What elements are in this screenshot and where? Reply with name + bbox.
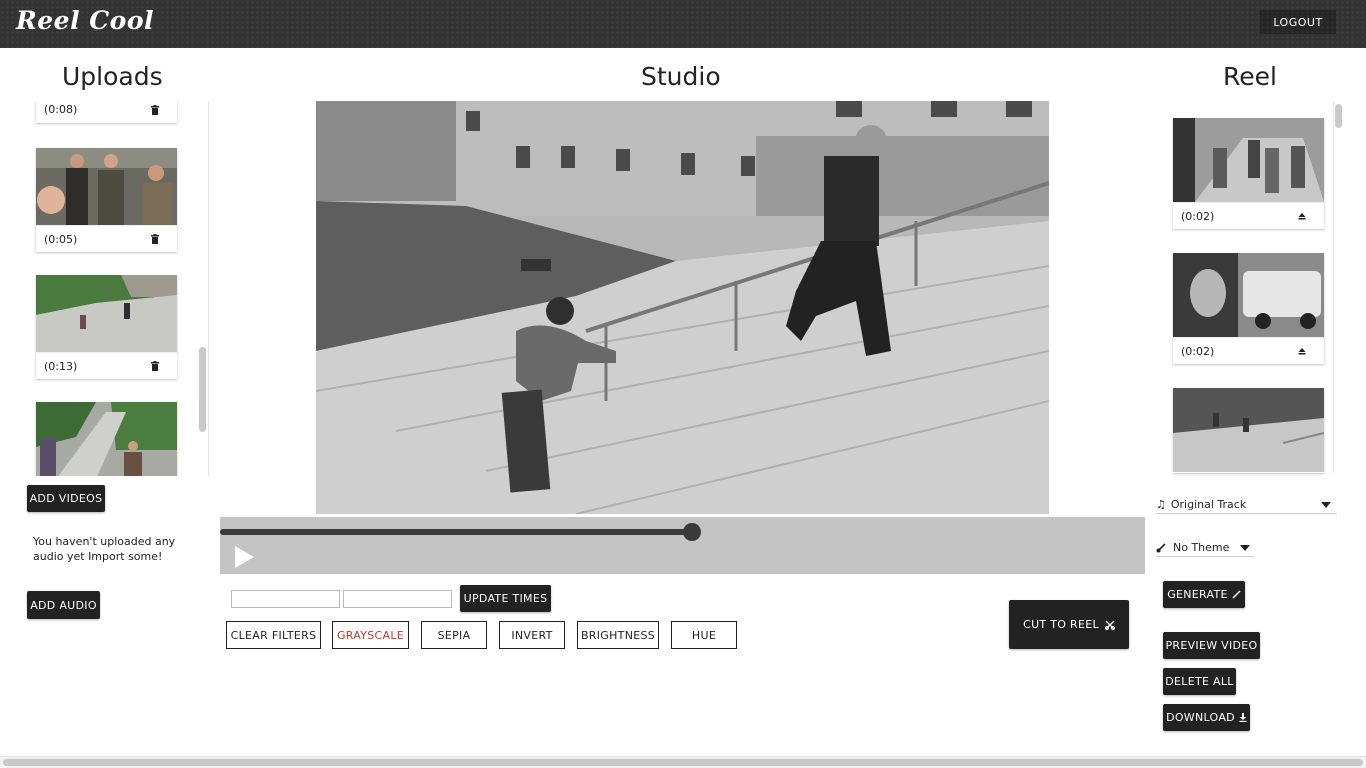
upload-item[interactable]: (0:13) bbox=[36, 275, 177, 379]
upload-duration: (0:13) bbox=[44, 359, 78, 373]
reel-duration: (0:02) bbox=[1181, 209, 1215, 223]
clear-filters-button[interactable]: CLEAR FILTERS bbox=[226, 621, 321, 649]
progress-knob[interactable] bbox=[682, 523, 701, 541]
reel-title: Reel bbox=[1223, 62, 1277, 91]
studio-title: Studio bbox=[641, 62, 721, 91]
trash-icon[interactable] bbox=[151, 234, 159, 244]
music-note-icon: ♫ bbox=[1156, 498, 1166, 511]
uploads-scrollbar-thumb[interactable] bbox=[199, 347, 206, 432]
chevron-down-icon bbox=[1240, 545, 1250, 551]
upload-item[interactable]: (0:08) bbox=[36, 101, 177, 123]
hue-filter-button[interactable]: HUE bbox=[671, 621, 737, 649]
download-icon bbox=[1239, 713, 1247, 722]
play-icon[interactable] bbox=[235, 546, 254, 568]
theme-value: No Theme bbox=[1173, 541, 1230, 554]
invert-filter-button[interactable]: INVERT bbox=[499, 621, 565, 649]
trash-icon[interactable] bbox=[151, 361, 159, 371]
generate-label: GENERATE bbox=[1167, 588, 1228, 601]
progress-track[interactable] bbox=[220, 529, 692, 535]
pencil-icon bbox=[1232, 590, 1241, 599]
reel-item[interactable]: (0:02) bbox=[1173, 118, 1324, 229]
add-audio-button[interactable]: ADD AUDIO bbox=[27, 591, 100, 619]
video-thumbnail[interactable] bbox=[36, 148, 177, 225]
theme-select[interactable]: No Theme bbox=[1156, 539, 1254, 557]
top-bar: Reel Cool LOGOUT bbox=[0, 0, 1366, 48]
generate-button[interactable]: GENERATE bbox=[1163, 581, 1245, 608]
preview-video-button[interactable]: PREVIEW VIDEO bbox=[1163, 632, 1260, 659]
scissors-icon bbox=[1104, 620, 1115, 630]
uploads-list[interactable]: (0:08) (0:05) (0:13) bbox=[0, 101, 209, 476]
upload-duration: (0:05) bbox=[44, 232, 78, 246]
sepia-filter-button[interactable]: SEPIA bbox=[421, 621, 487, 649]
delete-all-button[interactable]: DELETE ALL bbox=[1163, 668, 1236, 695]
reel-scrollbar-thumb[interactable] bbox=[1335, 104, 1342, 128]
grayscale-filter-button[interactable]: GRAYSCALE bbox=[332, 621, 409, 649]
add-videos-button[interactable]: ADD VIDEOS bbox=[27, 485, 105, 512]
video-thumbnail[interactable] bbox=[36, 275, 177, 352]
chevron-down-icon bbox=[1321, 502, 1331, 508]
reel-thumbnail[interactable] bbox=[1173, 388, 1324, 472]
brush-icon bbox=[1156, 542, 1166, 552]
upload-duration: (0:08) bbox=[44, 103, 78, 116]
brightness-filter-button[interactable]: BRIGHTNESS bbox=[577, 621, 659, 649]
end-time-input[interactable] bbox=[343, 590, 452, 608]
download-label: DOWNLOAD bbox=[1166, 711, 1235, 724]
video-controls-bar bbox=[220, 517, 1145, 574]
app-logo[interactable]: Reel Cool bbox=[16, 6, 154, 35]
reel-scrollbar[interactable] bbox=[1333, 101, 1345, 473]
upload-item[interactable]: (0:05) bbox=[36, 148, 177, 252]
reel-thumbnail[interactable] bbox=[1173, 253, 1324, 337]
reel-duration: (0:02) bbox=[1181, 344, 1215, 358]
eject-icon[interactable] bbox=[1298, 212, 1306, 220]
trash-icon[interactable] bbox=[151, 104, 159, 115]
studio-video[interactable] bbox=[316, 101, 1049, 514]
video-thumbnail[interactable] bbox=[36, 402, 177, 476]
cut-to-reel-label: CUT TO REEL bbox=[1023, 618, 1099, 631]
audio-track-select[interactable]: ♫ Original Track bbox=[1156, 496, 1337, 514]
no-audio-message: You haven't uploaded any audio yet Impor… bbox=[33, 535, 176, 563]
reel-thumbnail[interactable] bbox=[1173, 118, 1324, 202]
audio-track-value: Original Track bbox=[1170, 498, 1247, 511]
uploads-title: Uploads bbox=[62, 62, 163, 91]
reel-item[interactable]: (0:02) bbox=[1173, 253, 1324, 364]
cut-to-reel-button[interactable]: CUT TO REEL bbox=[1009, 600, 1129, 649]
update-times-button[interactable]: UPDATE TIMES bbox=[460, 585, 551, 612]
video-frame bbox=[316, 101, 1049, 514]
start-time-input[interactable] bbox=[231, 590, 340, 608]
horizontal-scrollbar-thumb[interactable] bbox=[3, 759, 1363, 766]
eject-icon[interactable] bbox=[1298, 347, 1306, 355]
download-button[interactable]: DOWNLOAD bbox=[1163, 704, 1250, 731]
reel-item[interactable] bbox=[1173, 388, 1324, 473]
upload-item[interactable] bbox=[36, 402, 177, 476]
logout-button[interactable]: LOGOUT bbox=[1260, 10, 1336, 34]
